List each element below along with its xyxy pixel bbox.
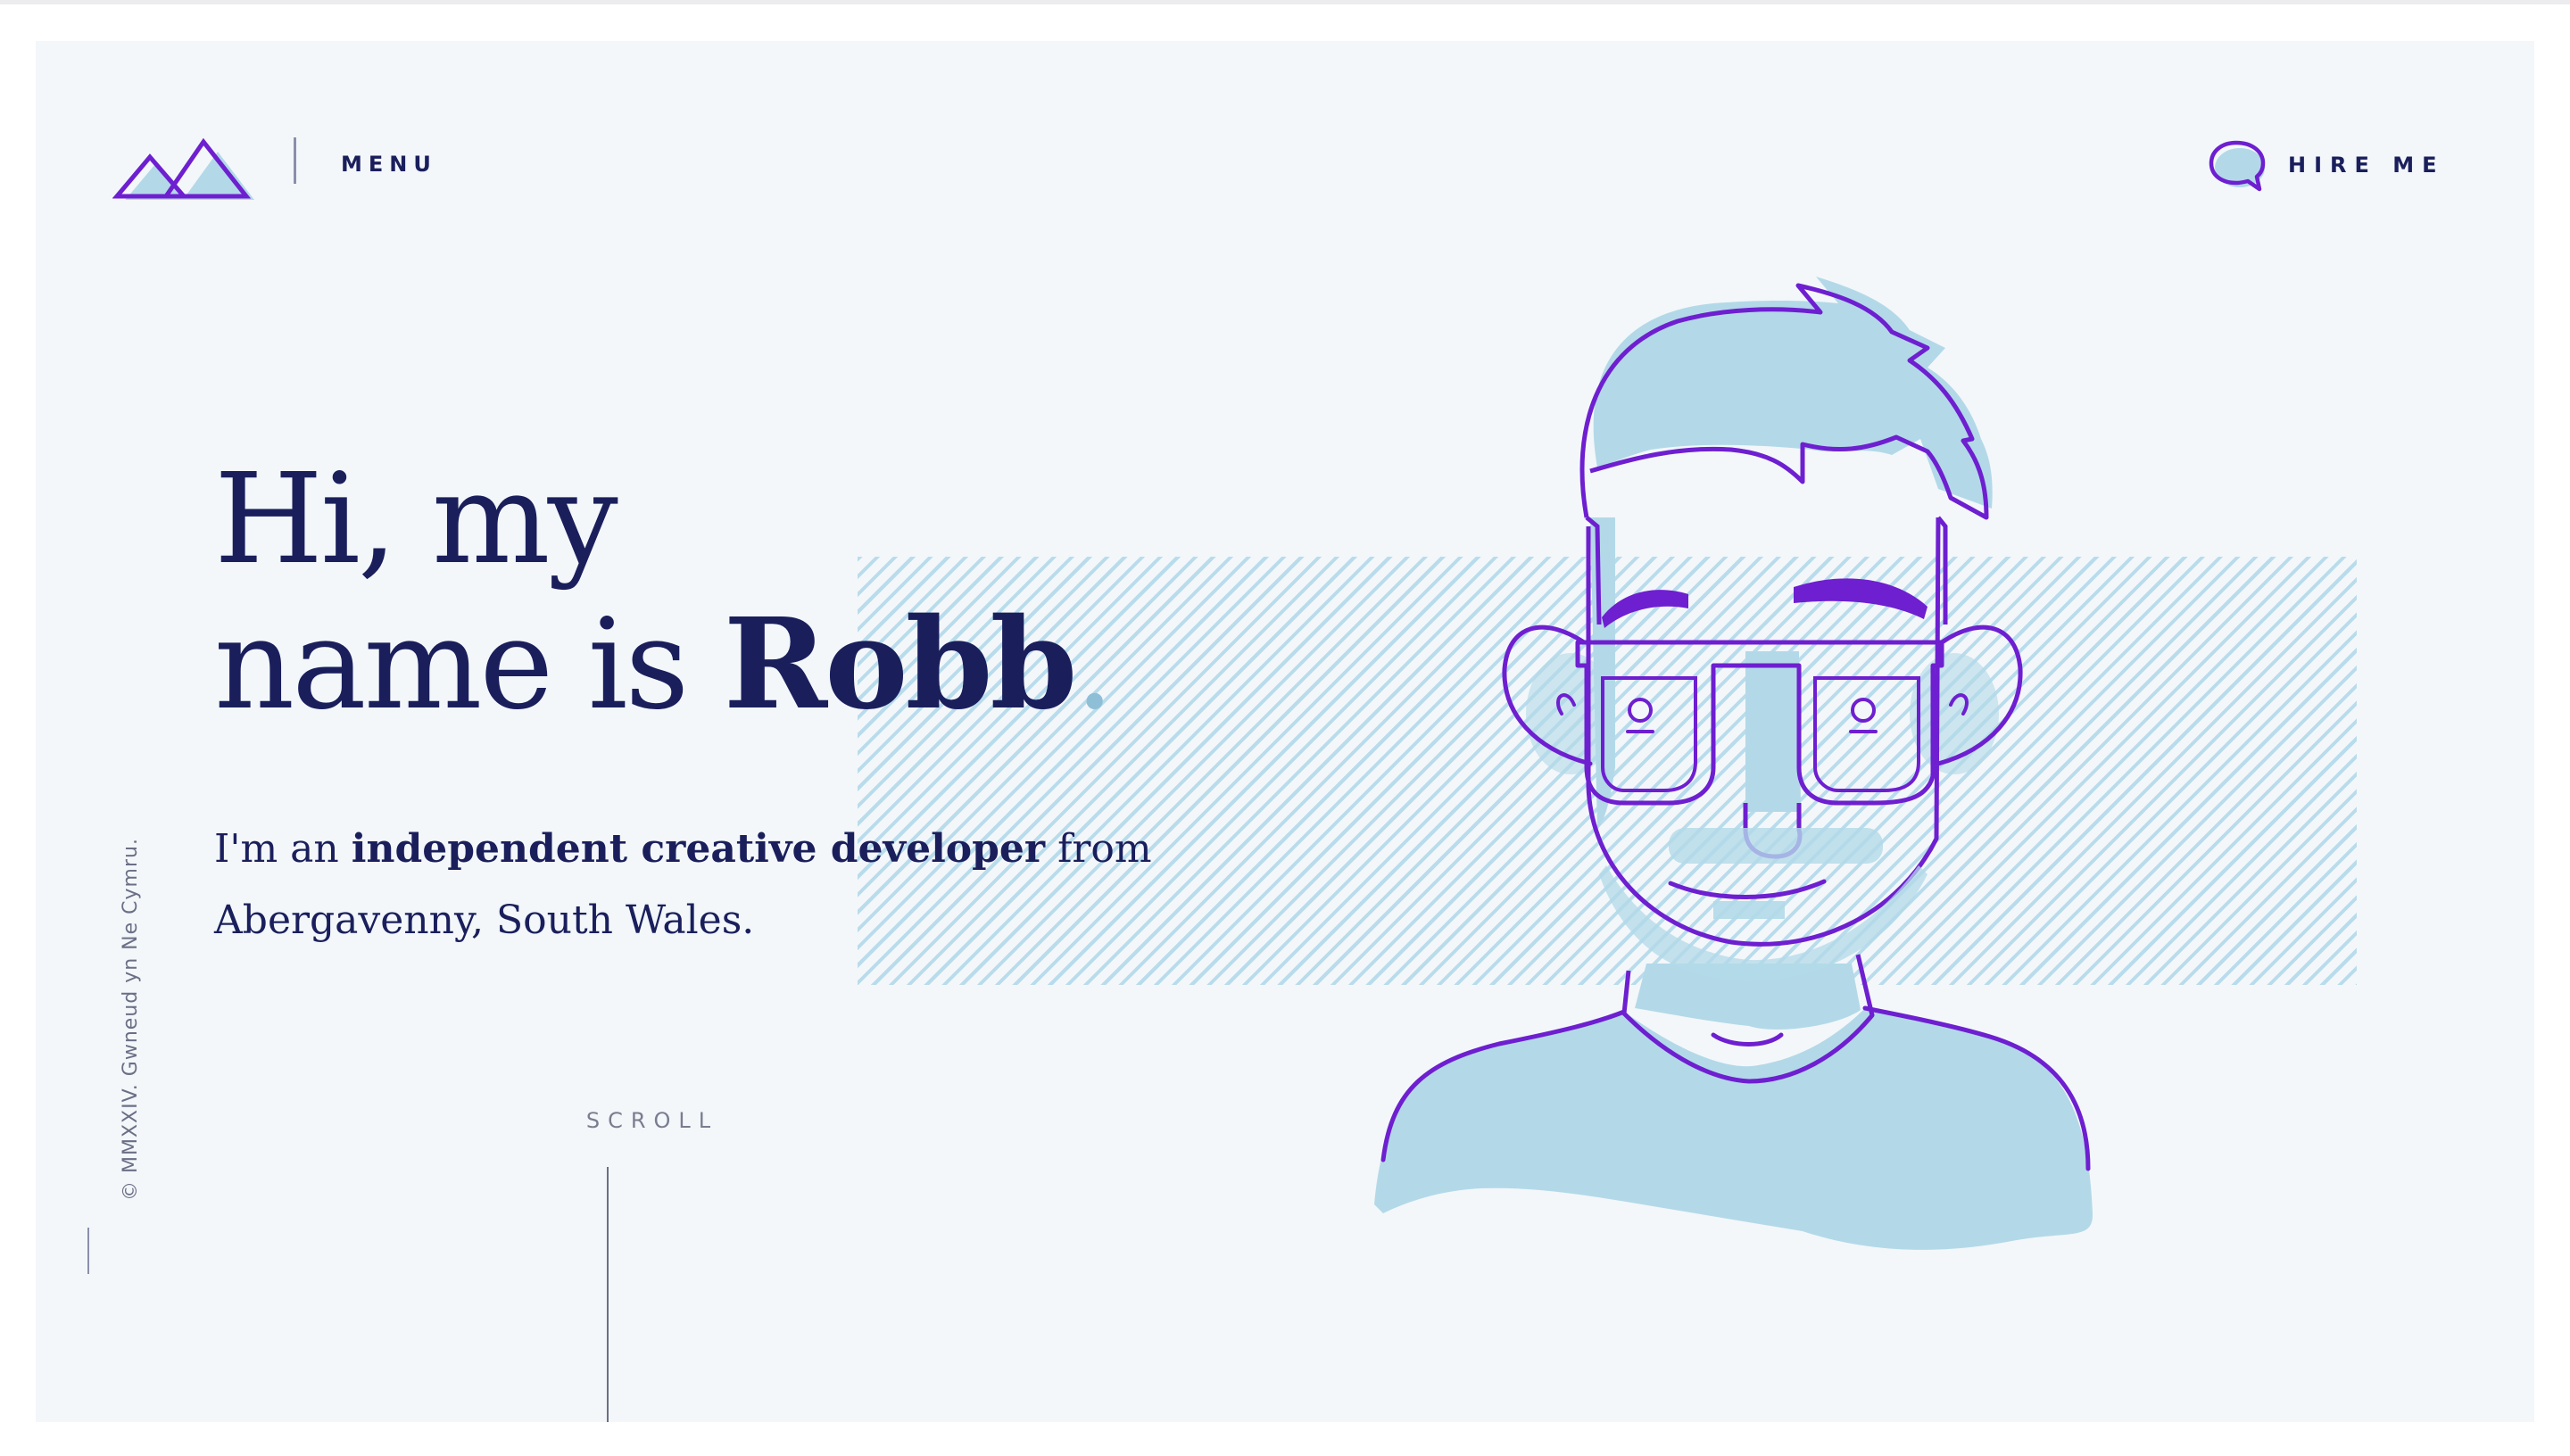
scroll-indicator-line [607, 1167, 609, 1422]
hire-me-button[interactable]: HIRE ME [2208, 134, 2445, 196]
speech-bubble-icon [2209, 140, 2266, 192]
menu-button[interactable]: MENU [341, 146, 437, 182]
hire-me-label: HIRE ME [2288, 153, 2445, 178]
page-frame: MENU HIRE ME Hi, my name is Robb. I'm an… [36, 41, 2534, 1422]
hero-title-line-1: Hi, my [214, 447, 618, 592]
hero-title-dot: . [1074, 592, 1114, 738]
scroll-indicator-label[interactable]: SCROLL [541, 1108, 764, 1133]
hero-title: Hi, my name is Robb. [214, 447, 1115, 738]
nav-divider [294, 137, 296, 184]
intro-suffix: from [1045, 826, 1152, 872]
avatar-illustration [1374, 277, 2093, 1250]
mountains-logo-icon[interactable] [112, 111, 264, 200]
hero-intro: I'm an independent creative developer fr… [214, 814, 1196, 956]
copyright-divider [87, 1228, 89, 1274]
hero-title-line-2: name is Robb. [214, 592, 1115, 738]
hero-title-prefix: name is [214, 592, 724, 738]
copyright-text: © MMXXIV. Gwneud yn Ne Cymru. [120, 838, 142, 1201]
browser-top-border [0, 0, 2570, 4]
intro-highlight: independent creative developer [351, 826, 1046, 872]
intro-prefix: I'm an [214, 826, 352, 872]
hero-name: Robb [723, 592, 1078, 738]
intro-location: Abergavenny, South Wales. [214, 898, 755, 943]
